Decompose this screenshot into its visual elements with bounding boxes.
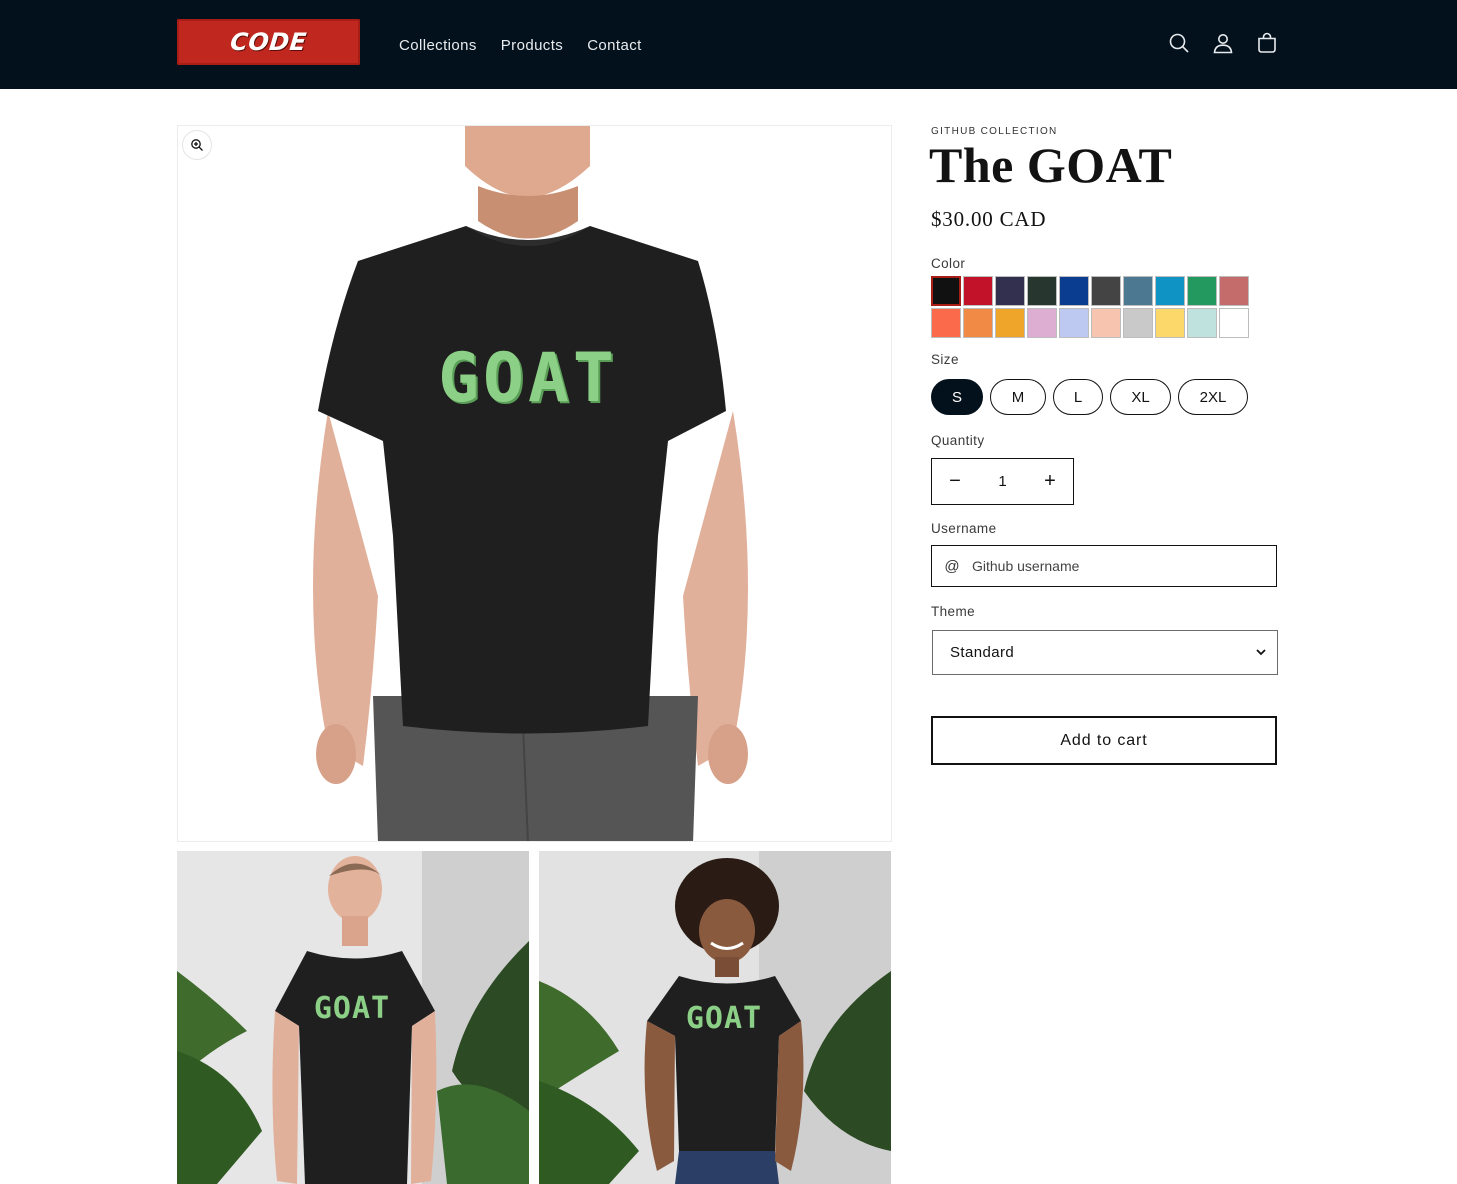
color-swatch[interactable] [1155, 276, 1185, 306]
site-header: CODE BENDER Collections Products Contact [0, 0, 1457, 89]
brand-logo[interactable]: CODE BENDER [177, 19, 360, 65]
product-thumbnail-woman[interactable]: GOAT [539, 851, 891, 1184]
color-swatch[interactable] [1027, 308, 1057, 338]
color-swatch[interactable] [1027, 276, 1057, 306]
quantity-label: Quantity [931, 433, 985, 448]
quantity-input[interactable]: 1 [978, 473, 1027, 490]
product-main-image[interactable]: GOAT [177, 125, 892, 842]
color-label: Color [931, 256, 966, 271]
username-field: @ [931, 545, 1277, 587]
theme-label: Theme [931, 604, 976, 619]
product-price: $30.00 CAD [931, 207, 1047, 231]
quantity-stepper: − 1 + [931, 458, 1074, 505]
size-option-s[interactable]: S [931, 379, 983, 415]
color-swatch[interactable] [1091, 276, 1121, 306]
color-swatch[interactable] [1059, 308, 1089, 338]
size-label: Size [931, 352, 959, 367]
quantity-increase-button[interactable]: + [1027, 459, 1073, 504]
size-option-2xl[interactable]: 2XL [1178, 379, 1248, 415]
color-swatch[interactable] [931, 276, 961, 306]
nav-collections[interactable]: Collections [399, 37, 477, 54]
color-swatch[interactable] [1123, 308, 1153, 338]
color-swatch[interactable] [1059, 276, 1089, 306]
username-input[interactable] [972, 558, 1262, 574]
size-option-m[interactable]: M [990, 379, 1046, 415]
quantity-decrease-button[interactable]: − [932, 459, 978, 504]
nav-contact[interactable]: Contact [587, 37, 642, 54]
color-swatch[interactable] [1187, 276, 1217, 306]
color-swatch[interactable] [931, 308, 961, 338]
chevron-down-icon [1256, 649, 1266, 656]
color-swatch[interactable] [1219, 276, 1249, 306]
size-options: S M L XL 2XL [931, 379, 1248, 415]
color-swatch[interactable] [995, 276, 1025, 306]
zoom-icon [191, 139, 203, 151]
color-swatch[interactable] [1187, 308, 1217, 338]
color-swatches [931, 276, 1261, 338]
color-swatch[interactable] [1091, 308, 1121, 338]
search-icon[interactable] [1167, 31, 1191, 55]
theme-select-value: Standard [950, 644, 1015, 661]
zoom-button[interactable] [182, 130, 212, 160]
color-swatch[interactable] [963, 276, 993, 306]
color-swatch[interactable] [1155, 308, 1185, 338]
add-to-cart-button[interactable]: Add to cart [931, 716, 1277, 765]
shirt-print-text: GOAT [438, 339, 618, 418]
size-option-xl[interactable]: XL [1110, 379, 1171, 415]
at-prefix: @ [944, 557, 960, 575]
color-swatch[interactable] [1219, 308, 1249, 338]
color-swatch[interactable] [963, 308, 993, 338]
color-swatch[interactable] [1123, 276, 1153, 306]
username-label: Username [931, 521, 997, 536]
thumb-print-text-1: GOAT [313, 991, 391, 1026]
thumb-print-text-2: GOAT [685, 1001, 763, 1036]
cart-icon[interactable] [1255, 31, 1279, 55]
color-swatch[interactable] [995, 308, 1025, 338]
product-thumbnail-man[interactable]: GOAT [177, 851, 529, 1184]
product-title: The GOAT [929, 137, 1173, 193]
size-option-l[interactable]: L [1053, 379, 1103, 415]
account-icon[interactable] [1211, 31, 1235, 55]
nav-products[interactable]: Products [501, 37, 563, 54]
brand-logo-text: CODE BENDER [228, 28, 309, 56]
main-nav: Collections Products Contact [399, 37, 642, 54]
tshirt-model-image [178, 126, 891, 841]
theme-select[interactable]: Standard [932, 630, 1278, 675]
